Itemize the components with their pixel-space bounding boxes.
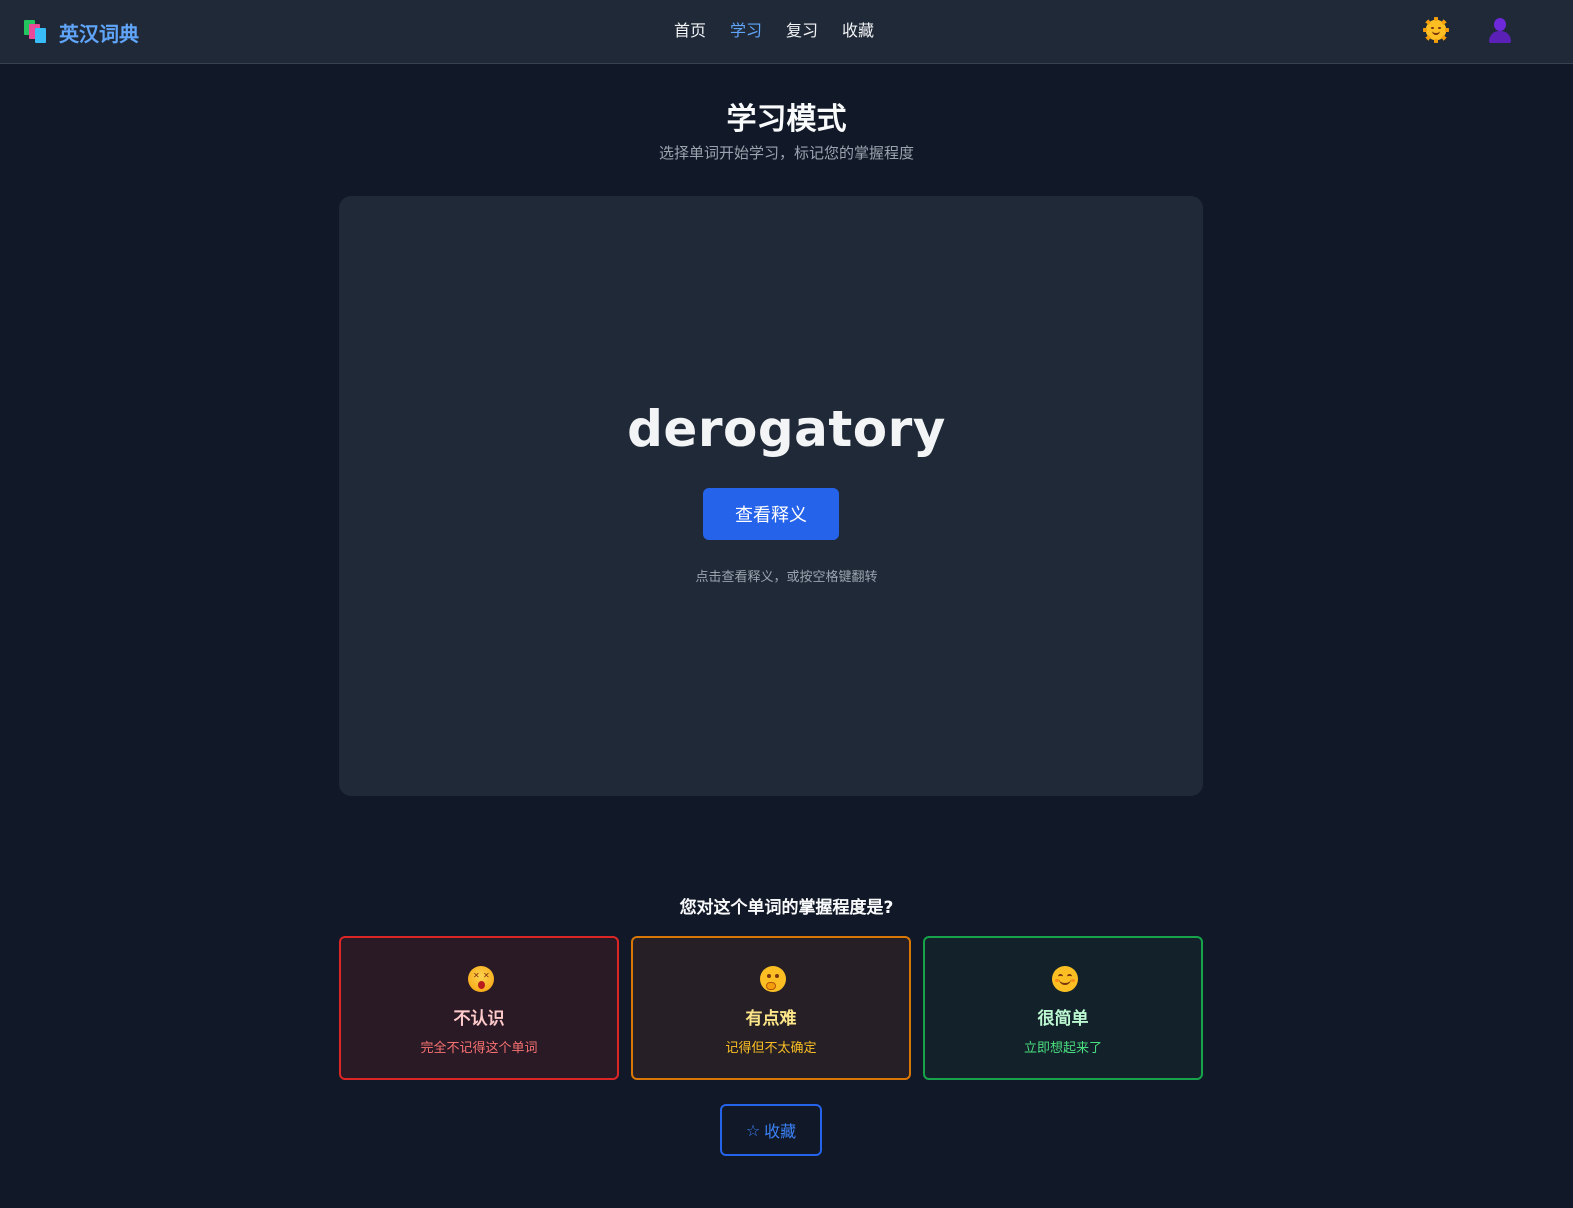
mastery-level-title: 有点难 bbox=[745, 1009, 797, 1029]
mastery-question: 您对这个单词的掌握程度是? bbox=[679, 898, 894, 918]
thinking-face-icon bbox=[760, 966, 786, 992]
flip-hint: 点击查看释义，或按空格键翻转 bbox=[695, 570, 878, 585]
mastery-level-desc: 记得但不太确定 bbox=[725, 1041, 817, 1056]
nav-item-review[interactable]: 复习 bbox=[786, 19, 818, 43]
mastery-level-title: 不认识 bbox=[453, 1009, 505, 1029]
favorite-button[interactable]: ☆ 收藏 bbox=[720, 1104, 822, 1156]
dizzy-face-icon: ✕ ✕ bbox=[468, 966, 494, 992]
favorite-label: 收藏 bbox=[764, 1122, 797, 1141]
nav-item-home[interactable]: 首页 bbox=[674, 19, 706, 43]
nav-item-favorites[interactable]: 收藏 bbox=[842, 19, 874, 43]
header-actions bbox=[1423, 16, 1513, 44]
reveal-definition-button[interactable]: 查看释义 bbox=[703, 488, 839, 540]
app-title: 英汉词典 bbox=[59, 21, 139, 46]
user-avatar-icon[interactable] bbox=[1487, 16, 1513, 44]
mastery-unknown-button[interactable]: ✕ ✕ 不认识 完全不记得这个单词 bbox=[339, 936, 619, 1080]
flashcard-word: derogatory bbox=[627, 400, 946, 458]
main-nav: 首页 学习 复习 收藏 bbox=[674, 19, 898, 43]
mastery-level-desc: 立即想起来了 bbox=[1023, 1041, 1102, 1056]
page-title: 学习模式 bbox=[726, 102, 847, 137]
mastery-level-desc: 完全不记得这个单词 bbox=[420, 1041, 538, 1056]
mastery-easy-button[interactable]: 很简单 立即想起来了 bbox=[923, 936, 1203, 1080]
smiling-face-icon bbox=[1052, 966, 1078, 992]
mastery-level-title: 很简单 bbox=[1037, 1009, 1089, 1029]
nav-item-study[interactable]: 学习 bbox=[730, 19, 762, 43]
books-logo-icon bbox=[24, 20, 48, 44]
page-subtitle: 选择单词开始学习，标记您的掌握程度 bbox=[658, 144, 914, 162]
top-navbar: 英汉词典 首页 学习 复习 收藏 bbox=[0, 0, 1573, 64]
theme-toggle-sun-icon[interactable] bbox=[1423, 17, 1449, 43]
star-icon: ☆ bbox=[745, 1120, 761, 1140]
brand[interactable]: 英汉词典 bbox=[24, 16, 139, 48]
mastery-hard-button[interactable]: 有点难 记得但不太确定 bbox=[631, 936, 911, 1080]
